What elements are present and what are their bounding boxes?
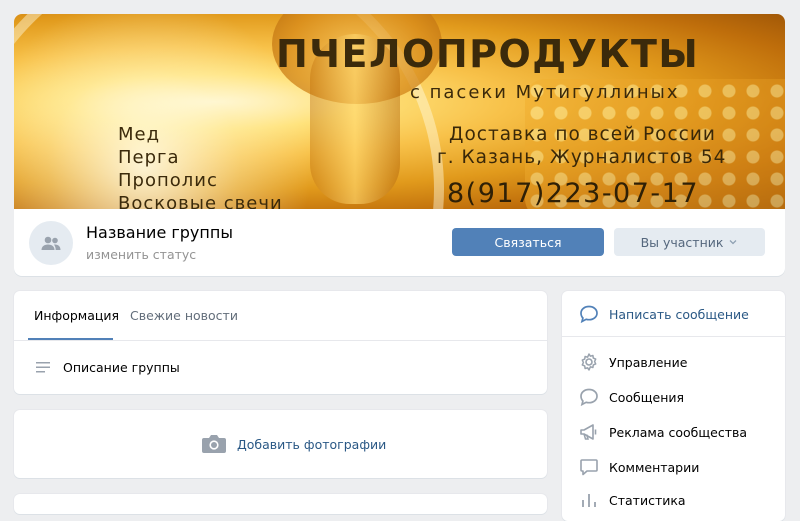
status-edit-link[interactable]: изменить статус <box>86 247 196 262</box>
tab-latest-news[interactable]: Свежие новости <box>130 308 238 323</box>
menu-item-manage[interactable]: Управление <box>578 352 687 372</box>
cover-phone: 8(917)223-07-17 <box>447 178 700 209</box>
cover-product: Перга <box>118 147 180 168</box>
tabs-bar: Информация Свежие новости <box>14 291 547 341</box>
gear-icon <box>578 352 600 372</box>
cover-title: ПЧЕЛОПРОДУКТЫ <box>276 32 700 76</box>
menu-label: Написать сообщение <box>609 306 749 322</box>
menu-item-comments[interactable]: Комментарии <box>578 457 699 477</box>
info-card: Информация Свежие новости Описание групп… <box>14 291 547 394</box>
contact-button[interactable]: Связаться <box>452 228 604 256</box>
menu-label: Управление <box>609 354 688 370</box>
cover-delivery: Доставка по всей России <box>449 124 716 145</box>
next-card <box>14 494 547 514</box>
message-icon <box>578 387 600 407</box>
community-cover: ПЧЕЛОПРОДУКТЫ с пасеки Мутигуллиных Мед … <box>14 14 785 209</box>
actions-menu: Написать сообщение Управление Сообщения … <box>562 291 785 521</box>
chevron-down-icon <box>729 240 737 245</box>
menu-label: Статистика <box>609 492 686 508</box>
add-photos-link[interactable]: Добавить фотографии <box>237 437 386 452</box>
cover-product: Восковые свечи <box>118 193 283 209</box>
active-tab-indicator <box>28 338 113 340</box>
menu-label: Сообщения <box>609 389 685 405</box>
membership-button-label: Вы участник <box>640 234 724 250</box>
cover-address: г. Казань, Журналистов 54 <box>437 147 727 168</box>
megaphone-icon <box>578 422 600 442</box>
group-description[interactable]: Описание группы <box>63 360 180 375</box>
menu-item-messages[interactable]: Сообщения <box>578 387 684 407</box>
tab-information[interactable]: Информация <box>34 308 119 323</box>
community-avatar[interactable] <box>29 221 73 265</box>
cover-product: Мед <box>118 124 161 145</box>
comment-icon <box>578 457 600 477</box>
chat-bubble-icon <box>578 304 600 324</box>
menu-label: Комментарии <box>609 459 700 475</box>
statistics-icon <box>578 490 600 510</box>
camera-icon <box>202 435 226 453</box>
community-header: Название группы изменить статус Связатьс… <box>14 209 785 276</box>
cover-product: Прополис <box>118 170 218 191</box>
add-photos-card[interactable]: Добавить фотографии <box>14 410 547 478</box>
cover-subtitle: с пасеки Мутигуллиных <box>410 82 680 103</box>
menu-divider <box>562 336 785 337</box>
lines-icon <box>36 362 50 373</box>
group-name: Название группы <box>86 223 233 242</box>
membership-button[interactable]: Вы участник <box>614 228 765 256</box>
menu-item-statistics[interactable]: Статистика <box>578 490 686 510</box>
users-icon <box>41 236 61 250</box>
menu-write-message[interactable]: Написать сообщение <box>578 304 749 324</box>
menu-item-ads[interactable]: Реклама сообщества <box>578 422 747 442</box>
menu-label: Реклама сообщества <box>609 424 748 440</box>
